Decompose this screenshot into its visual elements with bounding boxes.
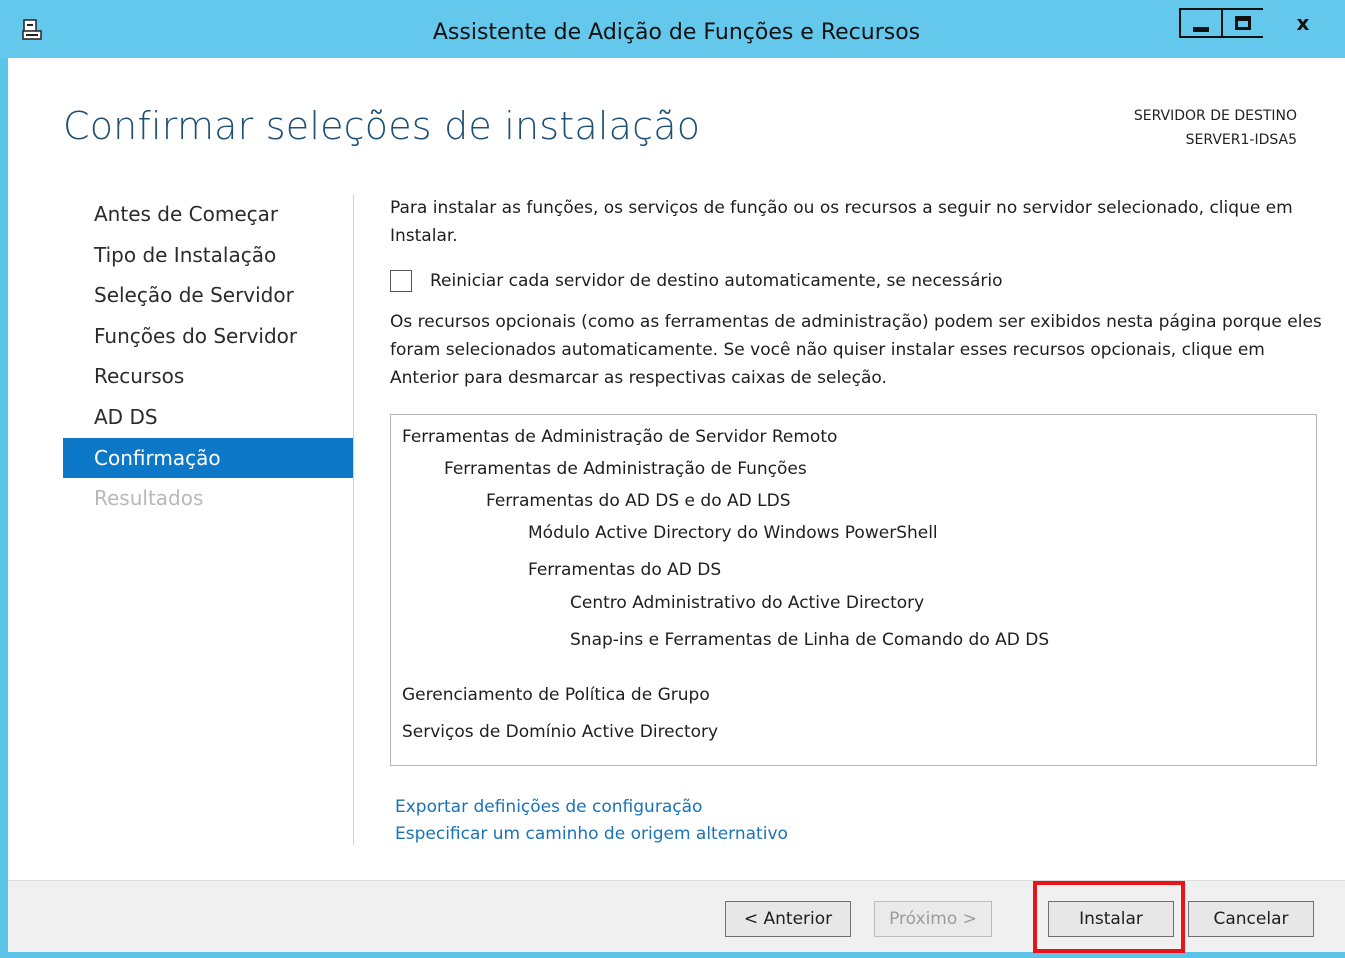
- wizard-window: Assistente de Adição de Funções e Recurs…: [0, 0, 1345, 958]
- destination-server-name: SERVER1-IDSA5: [1185, 132, 1297, 148]
- list-item: Módulo Active Directory do Windows Power…: [528, 523, 938, 543]
- alternate-source-link[interactable]: Especificar um caminho de origem alterna…: [395, 821, 788, 848]
- wizard-nav: Antes de Começar Tipo de Instalação Sele…: [63, 194, 353, 519]
- nav-item-funcoes-do-servidor[interactable]: Funções do Servidor: [63, 316, 353, 357]
- minimize-button[interactable]: [1179, 8, 1223, 38]
- list-item: Ferramentas do AD DS: [528, 560, 722, 580]
- nav-divider: [353, 194, 354, 845]
- nav-item-selecao-de-servidor[interactable]: Seleção de Servidor: [63, 275, 353, 316]
- close-icon: x: [1296, 11, 1310, 35]
- maximize-icon: [1235, 16, 1251, 30]
- restart-checkbox-label[interactable]: Reiniciar cada servidor de destino autom…: [430, 271, 1003, 291]
- list-item: Gerenciamento de Política de Grupo: [402, 685, 710, 705]
- selections-list[interactable]: Ferramentas de Administração de Servidor…: [390, 414, 1317, 766]
- list-item: Centro Administrativo do Active Director…: [570, 593, 925, 613]
- links-area: Exportar definições de configuração Espe…: [395, 794, 788, 848]
- destination-label: SERVIDOR DE DESTINO: [1133, 108, 1297, 124]
- window-title: Assistente de Adição de Funções e Recurs…: [432, 20, 921, 45]
- destination-server-info: SERVIDOR DE DESTINO SERVER1-IDSA5: [1134, 104, 1297, 152]
- list-item: Ferramentas do AD DS e do AD LDS: [486, 491, 791, 511]
- page-title: Confirmar seleções de instalação: [63, 104, 701, 148]
- restart-checkbox[interactable]: [390, 270, 412, 292]
- nav-item-tipo-de-instalacao[interactable]: Tipo de Instalação: [63, 235, 353, 276]
- restart-checkbox-row[interactable]: Reiniciar cada servidor de destino autom…: [390, 270, 1003, 292]
- nav-item-antes-de-comecar[interactable]: Antes de Começar: [63, 194, 353, 235]
- next-button[interactable]: Próximo >: [874, 901, 992, 937]
- list-item: Serviços de Domínio Active Directory: [402, 722, 719, 742]
- list-item: Ferramentas de Administração de Funções: [444, 459, 807, 479]
- minimize-icon: [1193, 26, 1209, 32]
- list-item: Snap-ins e Ferramentas de Linha de Coman…: [570, 630, 1050, 650]
- content-panel: Para instalar as funções, os serviços de…: [390, 194, 1325, 388]
- list-item: Ferramentas de Administração de Servidor…: [402, 427, 838, 447]
- title-bar[interactable]: Assistente de Adição de Funções e Recurs…: [0, 0, 1345, 58]
- cancel-button[interactable]: Cancelar: [1188, 901, 1314, 937]
- nav-item-recursos[interactable]: Recursos: [63, 356, 353, 397]
- nav-item-confirmacao[interactable]: Confirmação: [63, 437, 353, 479]
- previous-button[interactable]: < Anterior: [725, 901, 851, 937]
- optional-features-note: Os recursos opcionais (como as ferrament…: [390, 312, 1322, 388]
- footer-bar: < Anterior Próximo > Instalar Cancelar: [8, 880, 1345, 953]
- nav-item-resultados: Resultados: [94, 486, 204, 511]
- install-highlight-box: [1033, 881, 1185, 953]
- maximize-button[interactable]: [1221, 8, 1265, 38]
- intro-text: Para instalar as funções, os serviços de…: [390, 198, 1293, 246]
- close-button[interactable]: x: [1263, 8, 1343, 38]
- nav-item-ad-ds[interactable]: AD DS: [63, 397, 353, 438]
- export-config-link[interactable]: Exportar definições de configuração: [395, 794, 788, 821]
